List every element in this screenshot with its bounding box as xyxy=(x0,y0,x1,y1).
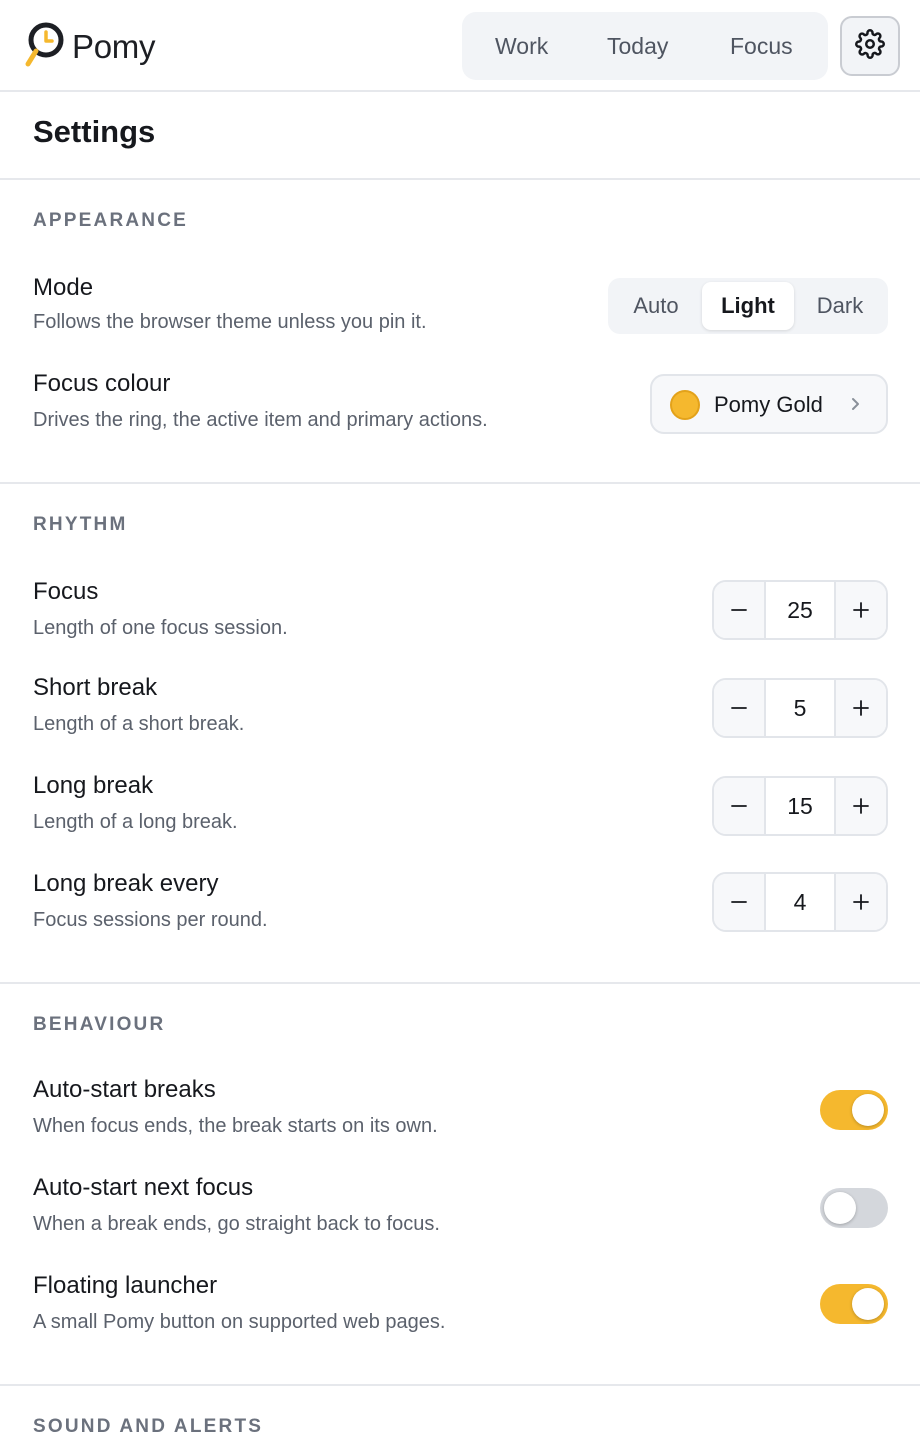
long-break-every-stepper: 4 xyxy=(712,872,888,932)
increment-button[interactable] xyxy=(834,680,886,736)
tab-focus[interactable]: Focus xyxy=(730,33,793,60)
main-nav: Work Today Focus xyxy=(462,12,828,80)
mode-option-dark[interactable]: Dark xyxy=(796,282,884,330)
colour-name: Pomy Gold xyxy=(714,392,823,417)
decrement-button[interactable] xyxy=(714,874,766,930)
rhythm-label-short-break: Short break xyxy=(33,674,158,701)
toggle-knob xyxy=(824,1192,856,1224)
section-title-rhythm: RHYTHM xyxy=(33,514,128,535)
decrement-button[interactable] xyxy=(714,778,766,834)
floating-launcher-toggle[interactable] xyxy=(820,1284,888,1324)
app-header: Pomy Work Today Focus xyxy=(0,0,920,92)
stepper-value[interactable]: 25 xyxy=(766,582,834,638)
minus-icon xyxy=(731,609,747,611)
decrement-button[interactable] xyxy=(714,582,766,638)
auto-start-breaks-toggle[interactable] xyxy=(820,1090,888,1130)
rhythm-desc-long-break: Length of a long break. xyxy=(33,811,238,833)
rhythm-desc-short-break: Length of a short break. xyxy=(33,713,245,735)
section-title-appearance: APPEARANCE xyxy=(33,210,189,231)
rhythm-label-long-break: Long break xyxy=(33,772,154,799)
behaviour-desc-auto-start-breaks: When focus ends, the break starts on its… xyxy=(33,1115,438,1137)
tab-work[interactable]: Work xyxy=(495,33,548,60)
rhythm-label-focus: Focus xyxy=(33,578,99,605)
app-name: Pomy xyxy=(72,27,156,65)
mode-segmented-control: Auto Light Dark xyxy=(608,278,888,334)
focus-colour-label: Focus colour xyxy=(33,370,171,397)
mode-label: Mode xyxy=(33,274,94,301)
behaviour-desc-auto-start-next-focus: When a break ends, go straight back to f… xyxy=(33,1213,440,1235)
rhythm-desc-focus: Length of one focus session. xyxy=(33,617,288,639)
toggle-knob xyxy=(852,1094,884,1126)
plus-icon xyxy=(853,894,869,910)
behaviour-label-auto-start-next-focus: Auto-start next focus xyxy=(33,1174,254,1201)
pomy-logo-icon xyxy=(24,20,68,73)
behaviour-label-floating-launcher: Floating launcher xyxy=(33,1272,218,1299)
colour-swatch xyxy=(670,390,700,420)
increment-button[interactable] xyxy=(834,778,886,834)
stepper-value[interactable]: 4 xyxy=(766,874,834,930)
page-title: Settings xyxy=(33,114,156,149)
stepper-value[interactable]: 15 xyxy=(766,778,834,834)
long-break-stepper: 15 xyxy=(712,776,888,836)
behaviour-desc-floating-launcher: A small Pomy button on supported web pag… xyxy=(33,1311,446,1333)
mode-option-auto[interactable]: Auto xyxy=(612,282,700,330)
minus-icon xyxy=(731,901,747,903)
app-logo[interactable]: Pomy xyxy=(24,20,155,73)
divider xyxy=(0,482,920,484)
divider xyxy=(0,178,920,180)
behaviour-label-auto-start-breaks: Auto-start breaks xyxy=(33,1076,216,1103)
focus-length-stepper: 25 xyxy=(712,580,888,640)
divider xyxy=(0,982,920,984)
rhythm-label-long-break-every: Long break every xyxy=(33,870,219,897)
minus-icon xyxy=(731,805,747,807)
decrement-button[interactable] xyxy=(714,680,766,736)
minus-icon xyxy=(731,707,747,709)
settings-button[interactable] xyxy=(840,16,900,76)
plus-icon xyxy=(853,602,869,618)
plus-icon xyxy=(853,700,869,716)
section-title-behaviour: BEHAVIOUR xyxy=(33,1014,166,1035)
gear-icon xyxy=(855,28,885,64)
increment-button[interactable] xyxy=(834,582,886,638)
section-title-sound-and-alerts: SOUND AND ALERTS xyxy=(33,1416,264,1437)
increment-button[interactable] xyxy=(834,874,886,930)
mode-desc: Follows the browser theme unless you pin… xyxy=(33,311,427,333)
stepper-value[interactable]: 5 xyxy=(766,680,834,736)
focus-colour-desc: Drives the ring, the active item and pri… xyxy=(33,409,488,431)
focus-colour-picker[interactable]: Pomy Gold xyxy=(650,374,888,434)
tab-today[interactable]: Today xyxy=(607,33,668,60)
toggle-knob xyxy=(852,1288,884,1320)
rhythm-desc-long-break-every: Focus sessions per round. xyxy=(33,909,268,931)
plus-icon xyxy=(853,798,869,814)
mode-option-light[interactable]: Light xyxy=(702,282,794,330)
short-break-stepper: 5 xyxy=(712,678,888,738)
auto-start-next-focus-toggle[interactable] xyxy=(820,1188,888,1228)
divider xyxy=(0,1384,920,1386)
